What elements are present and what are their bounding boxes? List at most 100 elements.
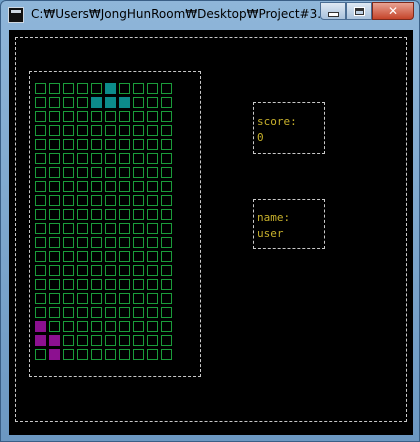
empty-cell — [91, 209, 102, 220]
empty-cell — [77, 307, 88, 318]
empty-cell — [91, 139, 102, 150]
empty-cell — [161, 223, 172, 234]
empty-cell — [35, 195, 46, 206]
empty-cell — [133, 167, 144, 178]
empty-cell — [105, 223, 116, 234]
empty-cell — [35, 349, 46, 360]
empty-cell — [91, 195, 102, 206]
empty-cell — [35, 153, 46, 164]
score-value: 0 — [257, 131, 264, 144]
console-app-icon — [8, 7, 24, 23]
empty-cell — [35, 209, 46, 220]
empty-cell — [35, 97, 46, 108]
empty-cell — [133, 181, 144, 192]
empty-cell — [77, 251, 88, 262]
empty-cell — [147, 167, 158, 178]
empty-cell — [105, 167, 116, 178]
title-bar[interactable]: C:₩Users₩JongHunRoom₩Desktop₩Project#3.e… — [1, 1, 419, 29]
empty-cell — [161, 125, 172, 136]
score-label: score: — [257, 115, 297, 128]
block-cell — [35, 321, 46, 332]
empty-cell — [133, 293, 144, 304]
empty-cell — [105, 349, 116, 360]
empty-cell — [77, 279, 88, 290]
empty-cell — [161, 209, 172, 220]
empty-cell — [133, 279, 144, 290]
empty-cell — [77, 111, 88, 122]
empty-cell — [161, 83, 172, 94]
game-well — [35, 83, 177, 360]
empty-cell — [119, 251, 130, 262]
empty-cell — [133, 237, 144, 248]
empty-cell — [49, 223, 60, 234]
empty-cell — [161, 293, 172, 304]
maximize-button[interactable] — [346, 2, 372, 20]
empty-cell — [133, 83, 144, 94]
empty-cell — [133, 139, 144, 150]
empty-cell — [91, 83, 102, 94]
empty-cell — [35, 237, 46, 248]
empty-cell — [63, 237, 74, 248]
empty-cell — [147, 335, 158, 346]
empty-cell — [49, 307, 60, 318]
empty-cell — [63, 181, 74, 192]
empty-cell — [119, 139, 130, 150]
empty-cell — [91, 279, 102, 290]
empty-cell — [119, 83, 130, 94]
empty-cell — [63, 349, 74, 360]
empty-cell — [147, 349, 158, 360]
empty-cell — [63, 265, 74, 276]
empty-cell — [147, 293, 158, 304]
window-title: C:₩Users₩JongHunRoom₩Desktop₩Project#3.e… — [31, 7, 343, 21]
empty-cell — [133, 111, 144, 122]
console-area: score: 0 name: user — [9, 30, 413, 435]
empty-cell — [133, 97, 144, 108]
empty-cell — [133, 209, 144, 220]
empty-cell — [91, 349, 102, 360]
empty-cell — [147, 181, 158, 192]
name-label: name: — [257, 211, 291, 224]
empty-cell — [35, 181, 46, 192]
empty-cell — [49, 111, 60, 122]
empty-cell — [119, 209, 130, 220]
empty-cell — [105, 279, 116, 290]
empty-cell — [35, 265, 46, 276]
minimize-button[interactable] — [320, 2, 346, 20]
empty-cell — [35, 125, 46, 136]
empty-cell — [63, 321, 74, 332]
console-window: C:₩Users₩JongHunRoom₩Desktop₩Project#3.e… — [0, 0, 420, 442]
empty-cell — [119, 265, 130, 276]
empty-cell — [105, 321, 116, 332]
empty-cell — [133, 251, 144, 262]
empty-cell — [161, 167, 172, 178]
empty-cell — [91, 321, 102, 332]
empty-cell — [63, 97, 74, 108]
empty-cell — [49, 125, 60, 136]
empty-cell — [119, 167, 130, 178]
empty-cell — [49, 237, 60, 248]
empty-cell — [105, 293, 116, 304]
empty-cell — [63, 307, 74, 318]
empty-cell — [147, 223, 158, 234]
empty-cell — [63, 83, 74, 94]
empty-cell — [161, 265, 172, 276]
close-button[interactable]: ✕ — [372, 2, 414, 20]
empty-cell — [119, 195, 130, 206]
empty-cell — [133, 307, 144, 318]
empty-cell — [77, 181, 88, 192]
empty-cell — [147, 125, 158, 136]
empty-cell — [77, 97, 88, 108]
empty-cell — [105, 181, 116, 192]
empty-cell — [91, 111, 102, 122]
empty-cell — [119, 335, 130, 346]
empty-cell — [49, 139, 60, 150]
empty-cell — [77, 237, 88, 248]
empty-cell — [147, 209, 158, 220]
empty-cell — [63, 195, 74, 206]
empty-cell — [147, 279, 158, 290]
empty-cell — [161, 181, 172, 192]
empty-cell — [91, 167, 102, 178]
empty-cell — [77, 293, 88, 304]
empty-cell — [77, 139, 88, 150]
empty-cell — [35, 83, 46, 94]
